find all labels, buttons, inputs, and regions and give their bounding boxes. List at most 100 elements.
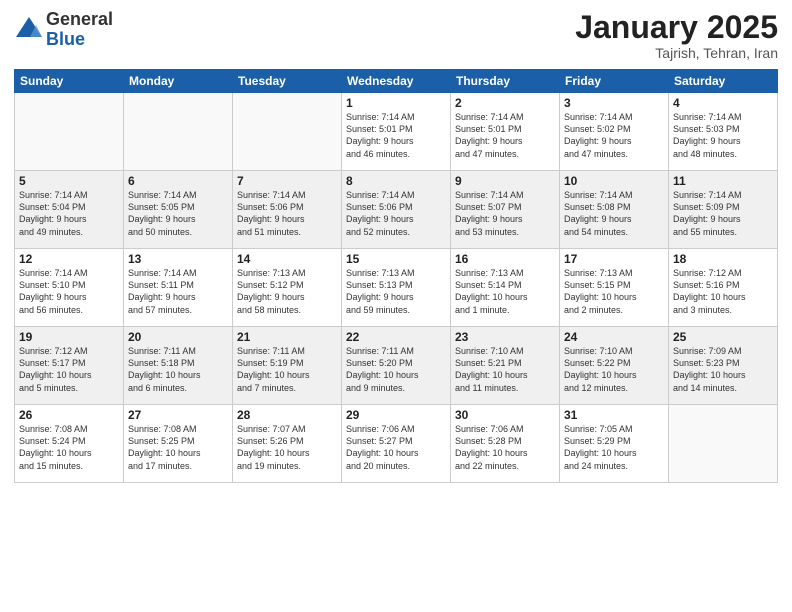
table-row: 3Sunrise: 7:14 AM Sunset: 5:02 PM Daylig… — [560, 93, 669, 171]
day-info: Sunrise: 7:07 AM Sunset: 5:26 PM Dayligh… — [237, 423, 337, 472]
day-info: Sunrise: 7:14 AM Sunset: 5:06 PM Dayligh… — [237, 189, 337, 238]
day-info: Sunrise: 7:11 AM Sunset: 5:20 PM Dayligh… — [346, 345, 446, 394]
day-info: Sunrise: 7:12 AM Sunset: 5:17 PM Dayligh… — [19, 345, 119, 394]
table-row: 7Sunrise: 7:14 AM Sunset: 5:06 PM Daylig… — [233, 171, 342, 249]
day-info: Sunrise: 7:08 AM Sunset: 5:25 PM Dayligh… — [128, 423, 228, 472]
col-saturday: Saturday — [669, 70, 778, 93]
day-info: Sunrise: 7:14 AM Sunset: 5:05 PM Dayligh… — [128, 189, 228, 238]
day-number: 10 — [564, 174, 664, 188]
day-info: Sunrise: 7:14 AM Sunset: 5:11 PM Dayligh… — [128, 267, 228, 316]
day-info: Sunrise: 7:06 AM Sunset: 5:28 PM Dayligh… — [455, 423, 555, 472]
day-number: 7 — [237, 174, 337, 188]
day-info: Sunrise: 7:10 AM Sunset: 5:21 PM Dayligh… — [455, 345, 555, 394]
day-number: 16 — [455, 252, 555, 266]
day-info: Sunrise: 7:06 AM Sunset: 5:27 PM Dayligh… — [346, 423, 446, 472]
table-row: 26Sunrise: 7:08 AM Sunset: 5:24 PM Dayli… — [15, 405, 124, 483]
table-row: 30Sunrise: 7:06 AM Sunset: 5:28 PM Dayli… — [451, 405, 560, 483]
col-monday: Monday — [124, 70, 233, 93]
day-info: Sunrise: 7:13 AM Sunset: 5:12 PM Dayligh… — [237, 267, 337, 316]
table-row: 6Sunrise: 7:14 AM Sunset: 5:05 PM Daylig… — [124, 171, 233, 249]
table-row: 17Sunrise: 7:13 AM Sunset: 5:15 PM Dayli… — [560, 249, 669, 327]
day-info: Sunrise: 7:14 AM Sunset: 5:08 PM Dayligh… — [564, 189, 664, 238]
day-info: Sunrise: 7:14 AM Sunset: 5:03 PM Dayligh… — [673, 111, 773, 160]
day-number: 19 — [19, 330, 119, 344]
day-number: 20 — [128, 330, 228, 344]
logo: General Blue — [14, 10, 113, 50]
table-row: 14Sunrise: 7:13 AM Sunset: 5:12 PM Dayli… — [233, 249, 342, 327]
table-row: 20Sunrise: 7:11 AM Sunset: 5:18 PM Dayli… — [124, 327, 233, 405]
calendar-week-3: 12Sunrise: 7:14 AM Sunset: 5:10 PM Dayli… — [15, 249, 778, 327]
calendar-week-1: 1Sunrise: 7:14 AM Sunset: 5:01 PM Daylig… — [15, 93, 778, 171]
table-row: 1Sunrise: 7:14 AM Sunset: 5:01 PM Daylig… — [342, 93, 451, 171]
day-number: 21 — [237, 330, 337, 344]
table-row — [15, 93, 124, 171]
month-title: January 2025 — [575, 10, 778, 45]
day-number: 15 — [346, 252, 446, 266]
day-number: 14 — [237, 252, 337, 266]
day-number: 12 — [19, 252, 119, 266]
table-row — [669, 405, 778, 483]
day-info: Sunrise: 7:14 AM Sunset: 5:02 PM Dayligh… — [564, 111, 664, 160]
table-row: 24Sunrise: 7:10 AM Sunset: 5:22 PM Dayli… — [560, 327, 669, 405]
day-number: 5 — [19, 174, 119, 188]
day-info: Sunrise: 7:11 AM Sunset: 5:19 PM Dayligh… — [237, 345, 337, 394]
logo-blue: Blue — [46, 30, 113, 50]
day-info: Sunrise: 7:13 AM Sunset: 5:13 PM Dayligh… — [346, 267, 446, 316]
col-sunday: Sunday — [15, 70, 124, 93]
table-row: 18Sunrise: 7:12 AM Sunset: 5:16 PM Dayli… — [669, 249, 778, 327]
table-row: 11Sunrise: 7:14 AM Sunset: 5:09 PM Dayli… — [669, 171, 778, 249]
calendar-week-5: 26Sunrise: 7:08 AM Sunset: 5:24 PM Dayli… — [15, 405, 778, 483]
col-wednesday: Wednesday — [342, 70, 451, 93]
table-row: 22Sunrise: 7:11 AM Sunset: 5:20 PM Dayli… — [342, 327, 451, 405]
day-info: Sunrise: 7:14 AM Sunset: 5:04 PM Dayligh… — [19, 189, 119, 238]
table-row: 10Sunrise: 7:14 AM Sunset: 5:08 PM Dayli… — [560, 171, 669, 249]
day-number: 27 — [128, 408, 228, 422]
day-number: 23 — [455, 330, 555, 344]
table-row: 25Sunrise: 7:09 AM Sunset: 5:23 PM Dayli… — [669, 327, 778, 405]
location: Tajrish, Tehran, Iran — [575, 45, 778, 61]
day-info: Sunrise: 7:14 AM Sunset: 5:01 PM Dayligh… — [455, 111, 555, 160]
table-row: 23Sunrise: 7:10 AM Sunset: 5:21 PM Dayli… — [451, 327, 560, 405]
day-number: 29 — [346, 408, 446, 422]
table-row: 28Sunrise: 7:07 AM Sunset: 5:26 PM Dayli… — [233, 405, 342, 483]
day-info: Sunrise: 7:14 AM Sunset: 5:09 PM Dayligh… — [673, 189, 773, 238]
day-number: 30 — [455, 408, 555, 422]
title-block: January 2025 Tajrish, Tehran, Iran — [575, 10, 778, 61]
logo-icon — [14, 15, 44, 45]
table-row: 21Sunrise: 7:11 AM Sunset: 5:19 PM Dayli… — [233, 327, 342, 405]
day-number: 25 — [673, 330, 773, 344]
day-info: Sunrise: 7:08 AM Sunset: 5:24 PM Dayligh… — [19, 423, 119, 472]
table-row: 12Sunrise: 7:14 AM Sunset: 5:10 PM Dayli… — [15, 249, 124, 327]
day-number: 31 — [564, 408, 664, 422]
day-info: Sunrise: 7:05 AM Sunset: 5:29 PM Dayligh… — [564, 423, 664, 472]
day-info: Sunrise: 7:14 AM Sunset: 5:10 PM Dayligh… — [19, 267, 119, 316]
day-number: 8 — [346, 174, 446, 188]
col-friday: Friday — [560, 70, 669, 93]
calendar-header-row: Sunday Monday Tuesday Wednesday Thursday… — [15, 70, 778, 93]
table-row: 9Sunrise: 7:14 AM Sunset: 5:07 PM Daylig… — [451, 171, 560, 249]
day-number: 26 — [19, 408, 119, 422]
day-number: 2 — [455, 96, 555, 110]
page-header: General Blue January 2025 Tajrish, Tehra… — [14, 10, 778, 61]
day-number: 6 — [128, 174, 228, 188]
day-info: Sunrise: 7:14 AM Sunset: 5:07 PM Dayligh… — [455, 189, 555, 238]
table-row — [124, 93, 233, 171]
table-row: 19Sunrise: 7:12 AM Sunset: 5:17 PM Dayli… — [15, 327, 124, 405]
table-row: 15Sunrise: 7:13 AM Sunset: 5:13 PM Dayli… — [342, 249, 451, 327]
day-info: Sunrise: 7:13 AM Sunset: 5:14 PM Dayligh… — [455, 267, 555, 316]
col-tuesday: Tuesday — [233, 70, 342, 93]
day-info: Sunrise: 7:14 AM Sunset: 5:01 PM Dayligh… — [346, 111, 446, 160]
day-info: Sunrise: 7:14 AM Sunset: 5:06 PM Dayligh… — [346, 189, 446, 238]
day-number: 1 — [346, 96, 446, 110]
day-info: Sunrise: 7:12 AM Sunset: 5:16 PM Dayligh… — [673, 267, 773, 316]
day-info: Sunrise: 7:10 AM Sunset: 5:22 PM Dayligh… — [564, 345, 664, 394]
day-number: 18 — [673, 252, 773, 266]
calendar-week-4: 19Sunrise: 7:12 AM Sunset: 5:17 PM Dayli… — [15, 327, 778, 405]
day-info: Sunrise: 7:11 AM Sunset: 5:18 PM Dayligh… — [128, 345, 228, 394]
day-number: 11 — [673, 174, 773, 188]
day-info: Sunrise: 7:09 AM Sunset: 5:23 PM Dayligh… — [673, 345, 773, 394]
table-row: 8Sunrise: 7:14 AM Sunset: 5:06 PM Daylig… — [342, 171, 451, 249]
day-number: 28 — [237, 408, 337, 422]
table-row: 13Sunrise: 7:14 AM Sunset: 5:11 PM Dayli… — [124, 249, 233, 327]
calendar: Sunday Monday Tuesday Wednesday Thursday… — [14, 69, 778, 483]
